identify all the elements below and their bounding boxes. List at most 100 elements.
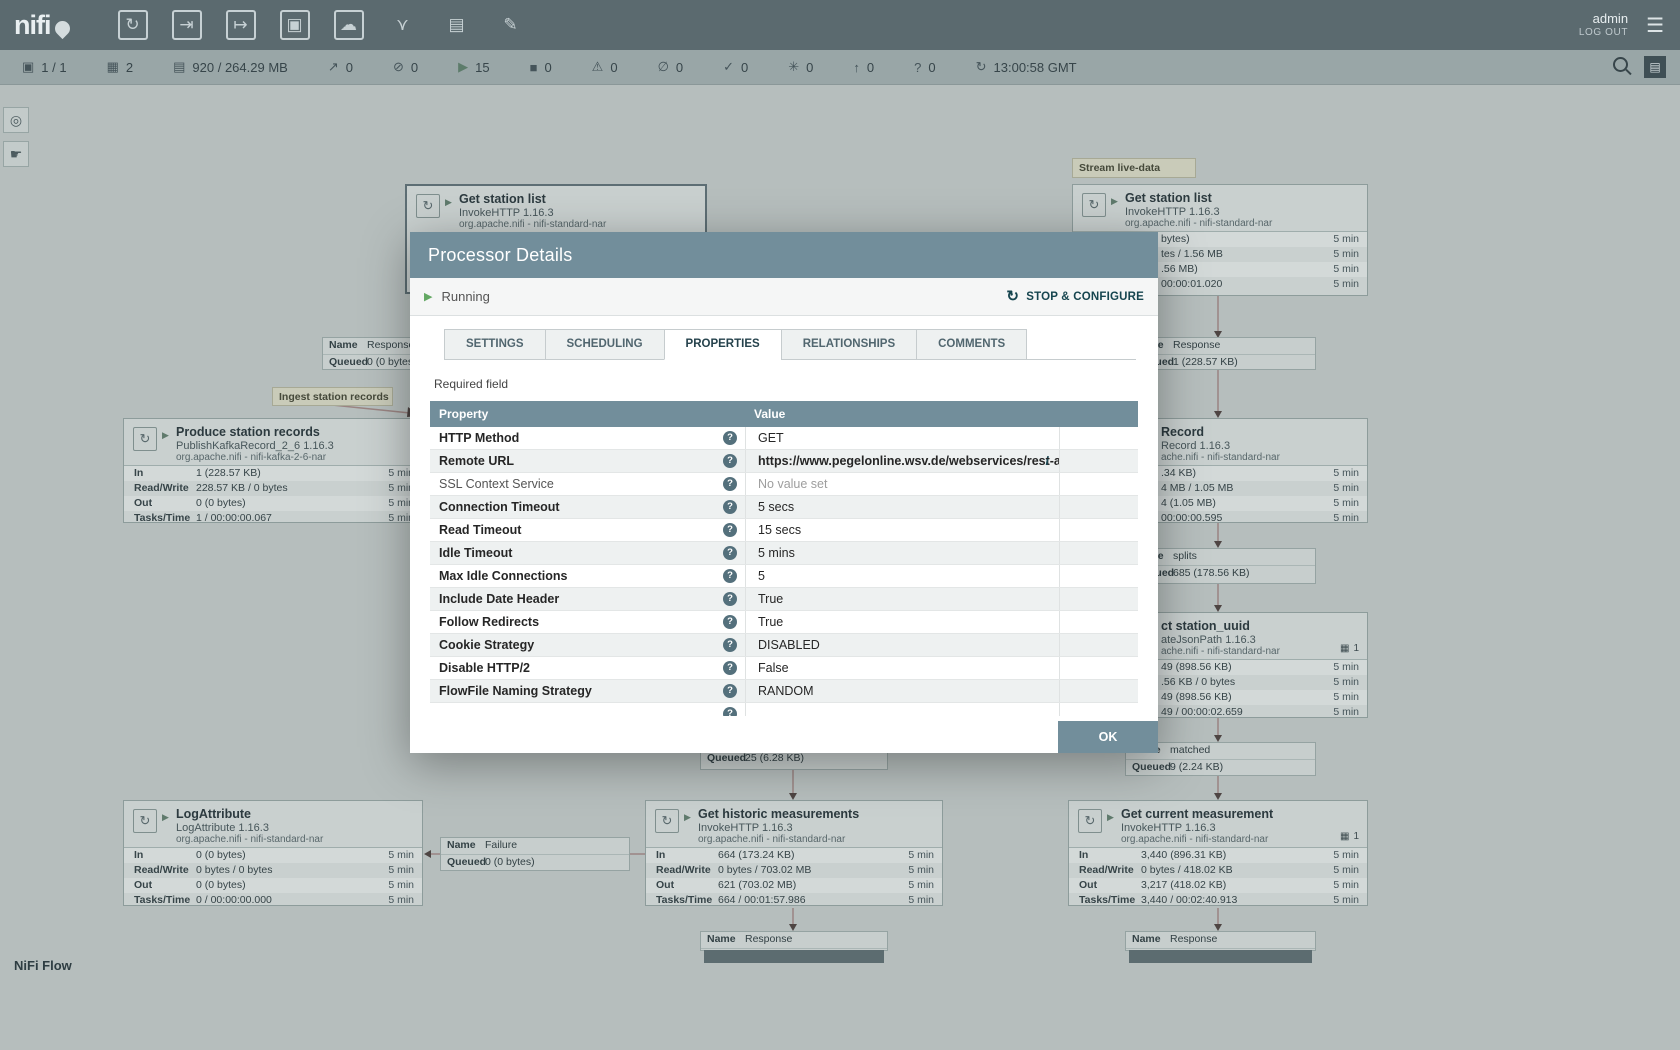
cluster-icon: ▣ [22,59,34,75]
property-row: Read Timeout?15 secs [430,519,1138,542]
stop-configure-button[interactable]: ↻ STOP & CONFIGURE [1006,289,1144,304]
processor-get-current-measurement[interactable]: ↻▶Get current measurementInvokeHTTP 1.16… [1068,800,1368,906]
value-cell[interactable]: 5 mins [745,542,1060,564]
property-value: DISABLED [758,638,820,652]
processor-stats: In664 (173.24 KB)5 minRead/Write0 bytes … [646,847,942,905]
minimap-button[interactable]: ▤ [1644,56,1666,78]
help-icon[interactable]: ? [723,638,737,652]
help-icon[interactable]: ? [723,477,737,491]
processor-produce-station-records[interactable]: ↻▶Produce station recordsPublishKafkaRec… [123,418,423,523]
help-icon[interactable]: ? [723,500,737,514]
status-invalid: ⚠0 [592,59,618,75]
stat-value: tes / 1.56 MB [1161,248,1223,260]
processor-icon[interactable]: ↻ [118,10,148,40]
ok-button[interactable]: OK [1058,721,1158,753]
tab-properties[interactable]: PROPERTIES [664,329,781,360]
help-icon[interactable]: ? [723,615,737,629]
help-icon[interactable]: ? [723,592,737,606]
connection-row: Queued9 (2.24 KB) [1126,760,1315,776]
connection-row-value: Response [367,339,414,351]
property-value: https://www.pegelonline.wsv.de/webservic… [758,454,1060,468]
help-icon[interactable]: ? [723,684,737,698]
stat-window: 5 min [1333,676,1359,688]
global-menu-icon[interactable]: ☰ [1646,13,1664,38]
tab-settings[interactable]: SETTINGS [444,329,545,360]
search-button[interactable] [1613,57,1628,77]
nifi-logo-text: nifi [14,10,51,41]
row-spacer [1060,519,1138,541]
help-icon[interactable]: ? [723,546,737,560]
tab-scheduling[interactable]: SCHEDULING [545,329,664,360]
help-icon[interactable]: ? [723,569,737,583]
value-cell[interactable]: GET [745,427,1060,449]
status-stopped: ■0 [530,60,552,75]
stat-value: .34 KB) [1161,467,1196,479]
task-count-badge: ▦1 [1340,831,1359,842]
processor-logattribute[interactable]: ↻▶LogAttributeLogAttribute 1.16.3org.apa… [123,800,423,906]
info-icon[interactable]: i [1045,450,1049,472]
remote-process-group-icon[interactable]: ☁ [334,10,364,40]
stat-value: 1 (228.57 KB) [196,467,261,479]
value-cell[interactable]: https://www.pegelonline.wsv.de/webservic… [745,450,1060,472]
template-icon[interactable]: ▤ [442,10,472,40]
tab-relationships[interactable]: RELATIONSHIPS [781,329,916,360]
value-cell[interactable]: False [745,657,1060,679]
processor-get-historic-measurements[interactable]: ↻▶Get historic measurementsInvokeHTTP 1.… [645,800,943,906]
processor-type-icon: ↻ [133,427,157,451]
output-port-icon[interactable]: ↦ [226,10,256,40]
processor-type-icon: ↻ [1082,193,1106,217]
value-cell[interactable]: 5 [745,565,1060,587]
connection-row-value: 1 (228.57 KB) [1173,356,1238,368]
connection-row: Queued25 (6.28 KB) [701,751,887,767]
search-icon [1613,57,1628,72]
value-cell[interactable]: No value set [745,473,1060,495]
value-cell[interactable]: 15 secs [745,519,1060,541]
processor-bundle: ache.nifi - nifi-standard-nar [1161,646,1280,657]
connection-row-value: 25 (6.28 KB) [745,752,804,764]
minimap-icon: ▤ [1649,60,1660,74]
label-icon[interactable]: ✎ [496,10,526,40]
help-icon[interactable]: ? [723,454,737,468]
navigate-toggle-button[interactable]: ◎ [3,107,29,133]
stat-row: Read/Write0 bytes / 703.02 MB5 min [646,863,942,878]
status-value: 1 / 1 [41,60,66,75]
process-group-icon[interactable]: ▣ [280,10,310,40]
input-port-icon[interactable]: ⇥ [172,10,202,40]
stat-row: Tasks/Time664 / 00:01:57.9865 min [646,893,942,906]
breadcrumb[interactable]: NiFi Flow [14,958,72,973]
stat-label: Tasks/Time [134,512,190,523]
value-cell[interactable]: RANDOM [745,680,1060,702]
stat-value: 1 / 00:00:00.067 [196,512,272,523]
current-user: admin [1579,11,1628,27]
value-cell[interactable]: DISABLED [745,634,1060,656]
hand-icon: ☛ [10,146,23,163]
stat-label: Out [656,879,674,891]
status-value: 0 [544,60,551,75]
label-ingest-station-records[interactable]: Ingest station records [272,387,393,406]
status-active-threads: ▦2 [107,59,134,75]
value-cell[interactable]: 5 secs [745,496,1060,518]
grid-icon: ▦ [1340,643,1349,654]
stat-value: 49 (898.56 KB) [1161,661,1232,673]
funnel-icon[interactable]: ⋎ [388,10,418,40]
connection-response-bottom-right[interactable]: NameResponse [1125,931,1316,951]
operate-toggle-button[interactable]: ☛ [3,141,29,167]
help-icon[interactable]: ? [723,431,737,445]
value-cell[interactable]: True [745,588,1060,610]
label-stream-live-data[interactable]: Stream live-data [1072,158,1196,178]
required-field-hint: Required field [434,377,1134,391]
connection-failure-queue[interactable]: NameFailureQueued0 (0 bytes) [440,837,630,871]
connection-queued-25[interactable]: Queued25 (6.28 KB) [700,750,888,770]
connection-response-bottom-center[interactable]: NameResponse [700,931,888,951]
stat-row: Out0 (0 bytes)5 min [124,496,422,511]
property-name: Cookie Strategy [439,638,534,652]
help-icon[interactable]: ? [723,523,737,537]
run-status-icon: ▶ [162,812,169,823]
logout-link[interactable]: LOG OUT [1579,27,1628,40]
help-icon[interactable]: ? [723,661,737,675]
stat-value: 228.57 KB / 0 bytes [196,482,288,494]
property-value: True [758,592,783,606]
value-cell[interactable]: True [745,611,1060,633]
tab-comments[interactable]: COMMENTS [916,329,1027,360]
stat-value: 0 (0 bytes) [196,849,246,861]
